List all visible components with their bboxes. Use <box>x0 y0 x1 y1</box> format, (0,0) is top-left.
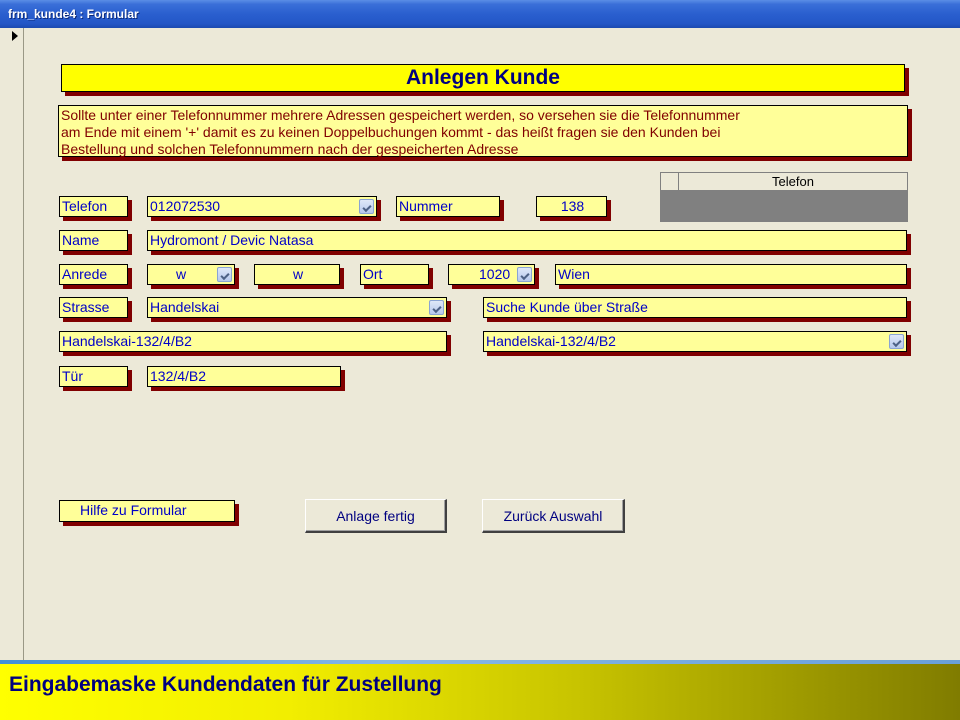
tuer-field[interactable]: 132/4/B2 <box>147 366 341 387</box>
plz-combobox[interactable]: 1020 <box>448 264 535 285</box>
label-telefon: Telefon <box>59 196 128 217</box>
strasse-value: Handelskai <box>150 299 220 315</box>
adresse-select-value: Handelskai-132/4/B2 <box>486 333 616 349</box>
label-nummer: Nummer <box>396 196 500 217</box>
window-title: frm_kunde4 : Formular <box>8 7 139 21</box>
strasse-dropdown-icon[interactable] <box>429 300 444 315</box>
app-root: frm_kunde4 : Formular Anlegen Kunde Soll… <box>0 0 960 720</box>
telefon-combobox[interactable]: 012072530 <box>147 196 377 217</box>
anrede-value: w <box>176 266 187 282</box>
slide-caption-bar: Eingabemaske Kundendaten für Zustellung <box>0 660 960 720</box>
adresse-dropdown-icon[interactable] <box>889 334 904 349</box>
label-ort: Ort <box>360 264 429 285</box>
current-record-arrow-icon <box>12 31 18 41</box>
ort-name-field[interactable]: Wien <box>555 264 907 285</box>
label-name: Name <box>59 230 128 251</box>
nummer-field[interactable]: 138 <box>536 196 607 217</box>
anrede-display-field[interactable]: w <box>254 264 340 285</box>
window-titlebar[interactable]: frm_kunde4 : Formular <box>0 0 960 28</box>
plz-value: 1020 <box>479 266 511 282</box>
telefon-value: 012072530 <box>150 198 221 214</box>
strasse-combobox[interactable]: Handelskai <box>147 297 447 318</box>
form-heading: Anlegen Kunde <box>61 64 905 92</box>
adresse-select-combobox[interactable]: Handelskai-132/4/B2 <box>483 331 907 352</box>
record-selector[interactable] <box>0 28 24 660</box>
label-tuer: Tür <box>59 366 128 387</box>
anrede-dropdown-icon[interactable] <box>217 267 232 282</box>
info-text: Sollte unter einer Telefonnummer mehrere… <box>58 105 908 157</box>
name-field[interactable]: Hydromont / Devic Natasa <box>147 230 907 251</box>
anrede-combobox[interactable]: w <box>147 264 235 285</box>
subform-selector-header[interactable] <box>661 173 679 191</box>
subform-column-header[interactable]: Telefon <box>679 173 907 191</box>
caption-stripe <box>0 660 960 664</box>
telefon-dropdown-icon[interactable] <box>359 199 374 214</box>
adresse-full-field[interactable]: Handelskai-132/4/B2 <box>59 331 447 352</box>
plz-dropdown-icon[interactable] <box>517 267 532 282</box>
anlage-fertig-button[interactable]: Anlage fertig <box>305 499 447 533</box>
suche-kunde-strasse-label: Suche Kunde über Straße <box>483 297 907 318</box>
label-strasse: Strasse <box>59 297 128 318</box>
zurueck-auswahl-button[interactable]: Zurück Auswahl <box>482 499 625 533</box>
hilfe-button[interactable]: Hilfe zu Formular <box>59 500 235 522</box>
caption-text: Eingabemaske Kundendaten für Zustellung <box>9 673 442 696</box>
telefon-subform[interactable]: Telefon <box>660 172 908 222</box>
label-anrede: Anrede <box>59 264 128 285</box>
